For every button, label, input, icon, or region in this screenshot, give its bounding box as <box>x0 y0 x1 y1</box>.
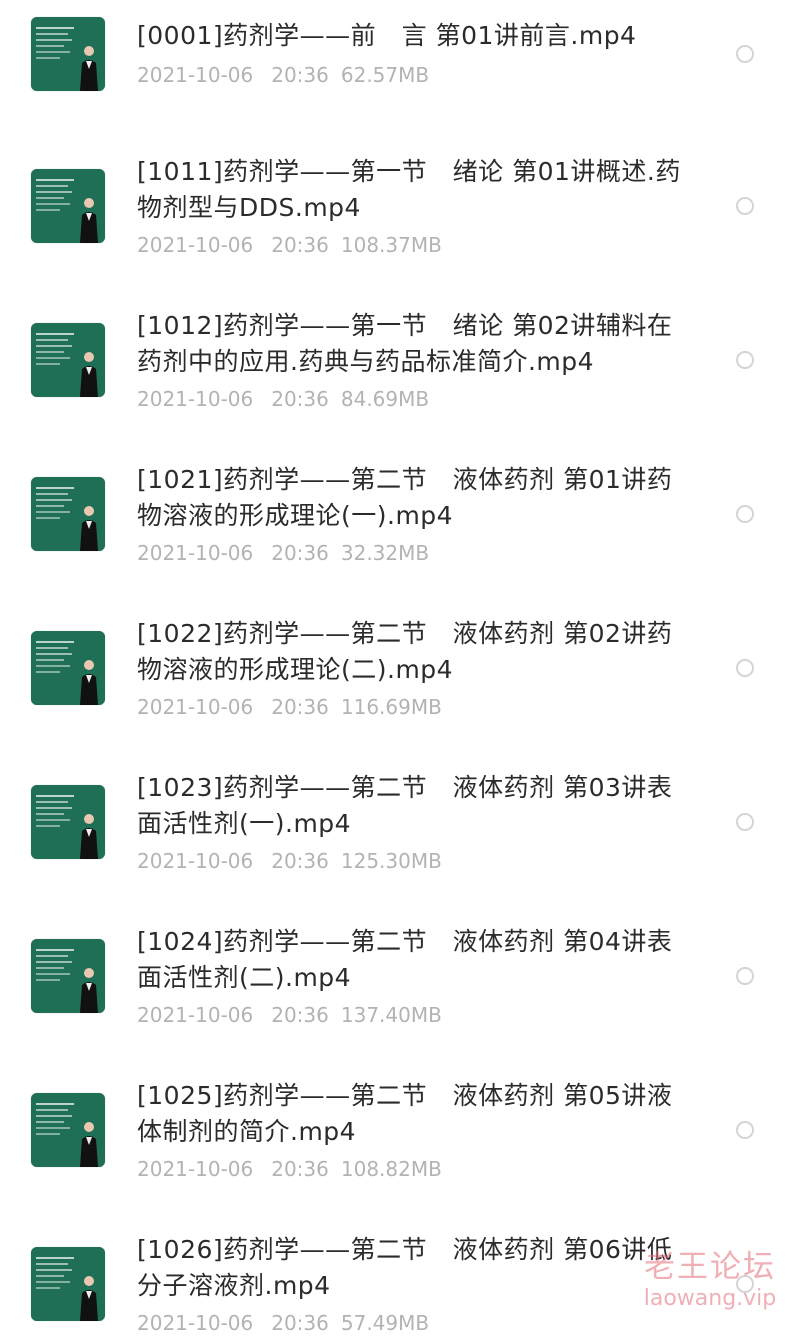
file-size: 125.30MB <box>340 849 442 873</box>
file-time: 20:36 <box>271 849 329 873</box>
radio-unchecked-icon[interactable] <box>736 659 754 677</box>
video-thumbnail-icon[interactable] <box>31 323 105 397</box>
file-meta: 2021-10-06 20:36 32.32MB <box>137 540 429 566</box>
file-date: 2021-10-06 <box>137 1003 254 1027</box>
file-meta: 2021-10-06 20:36 125.30MB <box>137 848 442 874</box>
file-date: 2021-10-06 <box>137 387 254 411</box>
radio-unchecked-icon[interactable] <box>736 1121 754 1139</box>
video-thumbnail-icon[interactable] <box>31 631 105 705</box>
file-time: 20:36 <box>271 1311 329 1335</box>
file-date: 2021-10-06 <box>137 1311 254 1335</box>
file-size: 32.32MB <box>340 541 430 565</box>
video-thumbnail-icon[interactable] <box>31 939 105 1013</box>
file-date: 2021-10-06 <box>137 695 254 719</box>
video-thumbnail-icon[interactable] <box>31 1093 105 1167</box>
file-time: 20:36 <box>271 1003 329 1027</box>
file-meta: 2021-10-06 20:36 116.69MB <box>137 694 442 720</box>
watermark: 老王论坛 laowang.vip <box>630 1248 790 1312</box>
file-meta: 2021-10-06 20:36 137.40MB <box>137 1002 442 1028</box>
file-time: 20:36 <box>271 233 329 257</box>
watermark-en: laowang.vip <box>643 1286 777 1311</box>
file-name: [1023]药剂学——第二节 液体药剂 第03讲表面活性剂(一).mp4 <box>137 773 673 838</box>
file-size: 116.69MB <box>340 695 442 719</box>
file-size: 108.37MB <box>340 233 442 257</box>
video-thumbnail-icon[interactable] <box>31 169 105 243</box>
radio-unchecked-icon[interactable] <box>736 813 754 831</box>
file-time: 20:36 <box>271 695 329 719</box>
file-name: [1012]药剂学——第一节 绪论 第02讲辅料在药剂中的应用.药典与药品标准简… <box>137 311 673 376</box>
file-time: 20:36 <box>271 387 329 411</box>
file-meta: 2021-10-06 20:36 57.49MB <box>137 1310 429 1336</box>
file-name: [1021]药剂学——第二节 液体药剂 第01讲药物溶液的形成理论(一).mp4 <box>137 465 673 530</box>
radio-unchecked-icon[interactable] <box>736 967 754 985</box>
video-thumbnail-icon[interactable] <box>31 1247 105 1321</box>
file-name: [1026]药剂学——第二节 液体药剂 第06讲低分子溶液剂.mp4 <box>137 1235 673 1300</box>
file-date: 2021-10-06 <box>137 541 254 565</box>
file-date: 2021-10-06 <box>137 233 254 257</box>
radio-unchecked-icon[interactable] <box>736 351 754 369</box>
video-thumbnail-icon[interactable] <box>31 785 105 859</box>
video-thumbnail-icon[interactable] <box>31 477 105 551</box>
file-meta: 2021-10-06 20:36 108.37MB <box>137 232 442 258</box>
watermark-cn: 老王论坛 <box>644 1249 776 1285</box>
file-name: [1025]药剂学——第二节 液体药剂 第05讲液体制剂的简介.mp4 <box>137 1081 673 1146</box>
file-date: 2021-10-06 <box>137 1157 254 1181</box>
file-name: [1024]药剂学——第二节 液体药剂 第04讲表面活性剂(二).mp4 <box>137 927 673 992</box>
file-name: [1011]药剂学——第一节 绪论 第01讲概述.药物剂型与DDS.mp4 <box>137 157 681 222</box>
radio-unchecked-icon[interactable] <box>736 197 754 215</box>
file-meta: 2021-10-06 20:36 84.69MB <box>137 386 429 412</box>
file-size: 137.40MB <box>340 1003 442 1027</box>
file-time: 20:36 <box>271 1157 329 1181</box>
file-size: 108.82MB <box>340 1157 442 1181</box>
file-name: [1022]药剂学——第二节 液体药剂 第02讲药物溶液的形成理论(二).mp4 <box>137 619 673 684</box>
radio-unchecked-icon[interactable] <box>736 505 754 523</box>
file-row[interactable]: [1026]药剂学——第二节 液体药剂 第06讲低分子溶液剂.mp4 2021-1… <box>0 0 800 1335</box>
file-date: 2021-10-06 <box>137 849 254 873</box>
file-size: 57.49MB <box>340 1311 430 1335</box>
file-meta: 2021-10-06 20:36 108.82MB <box>137 1156 442 1182</box>
file-size: 84.69MB <box>340 387 430 411</box>
file-time: 20:36 <box>271 541 329 565</box>
